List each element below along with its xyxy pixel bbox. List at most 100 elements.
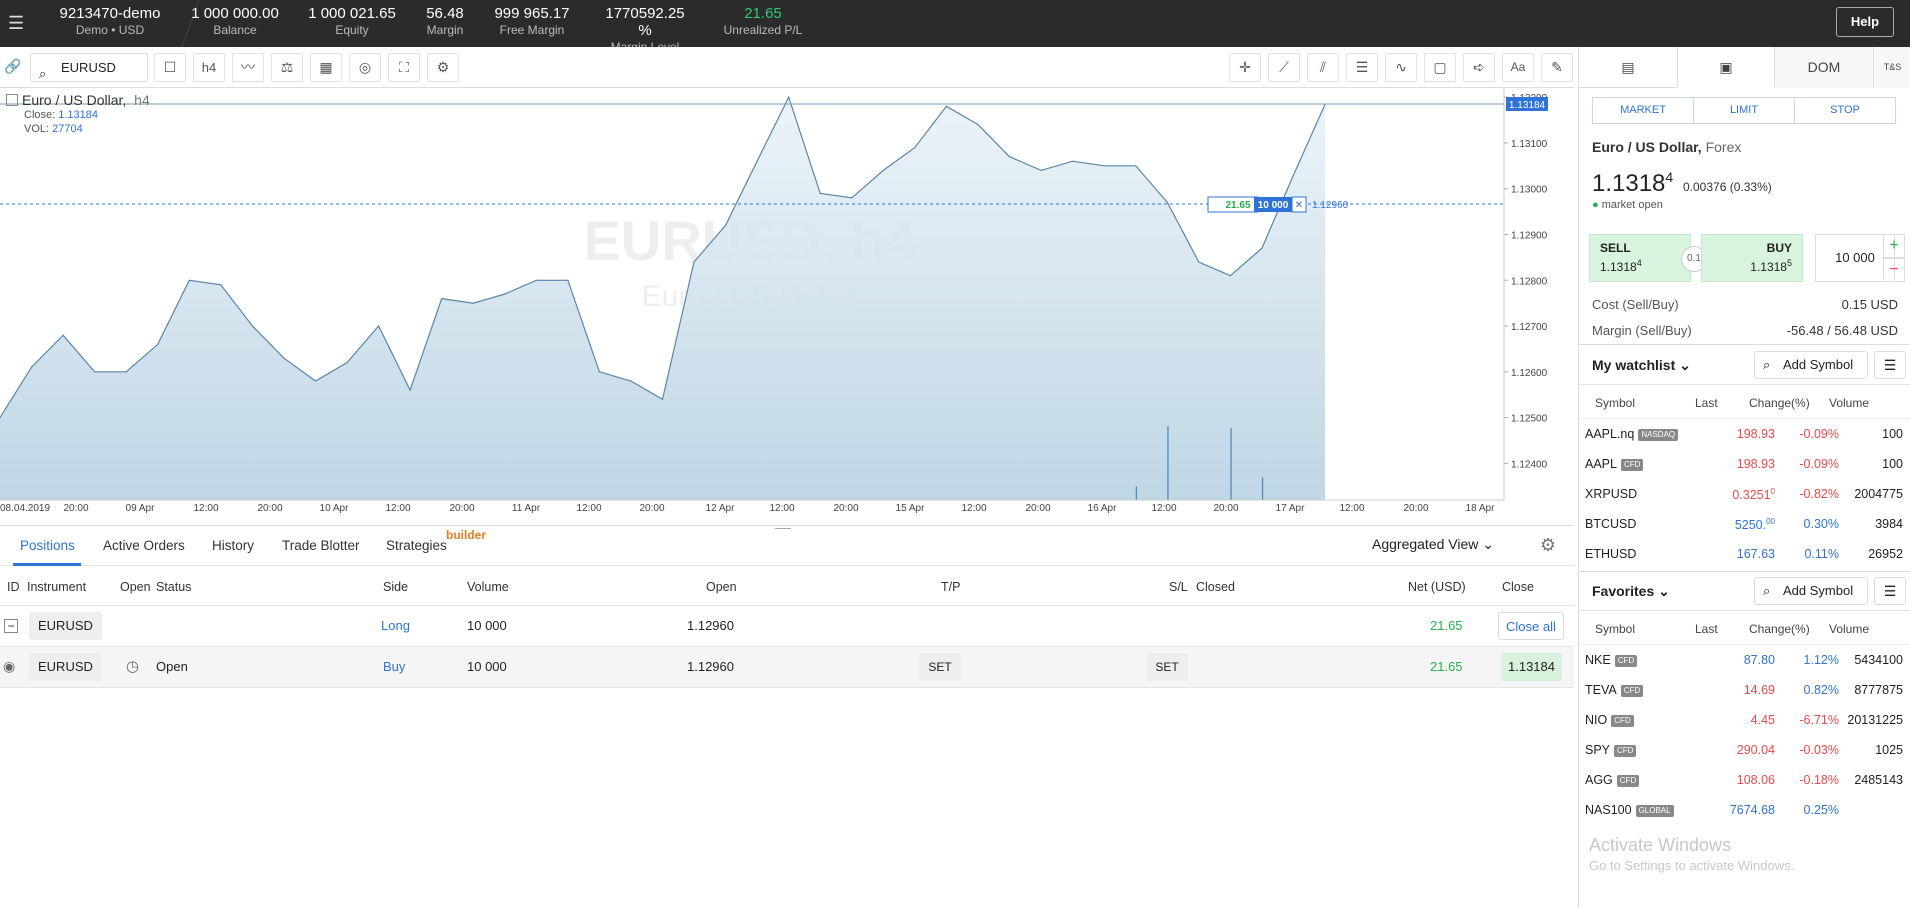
hamburger-icon[interactable]: ☰: [8, 13, 24, 34]
col-last[interactable]: Last: [1695, 622, 1718, 636]
plus-icon[interactable]: +: [1883, 234, 1905, 258]
tab-ts[interactable]: T&S: [1873, 47, 1910, 88]
tab-trade-blotter[interactable]: Trade Blotter: [282, 538, 360, 553]
indicator-icon[interactable]: 〰: [232, 53, 264, 82]
menu-icon[interactable]: ☰: [1874, 351, 1906, 379]
fibonacci-icon[interactable]: ☰: [1346, 53, 1378, 82]
studies-icon[interactable]: ▦: [310, 53, 342, 82]
close-position-button[interactable]: 1.13184: [1501, 653, 1562, 681]
col-sl[interactable]: S/L: [1169, 580, 1188, 594]
trendline-icon[interactable]: ⟋: [1268, 53, 1300, 82]
gear-icon[interactable]: ⚙: [1540, 535, 1556, 556]
col-open[interactable]: Open: [120, 580, 151, 594]
collapse-icon[interactable]: −: [4, 619, 18, 633]
link-icon[interactable]: 🔗: [0, 53, 26, 82]
col-instrument[interactable]: Instrument: [27, 580, 86, 594]
market-status: ● market open: [1592, 199, 1663, 211]
menu-icon[interactable]: ☰: [1874, 577, 1906, 605]
compare-icon[interactable]: ⚖: [271, 53, 303, 82]
col-close[interactable]: Close: [1502, 580, 1534, 594]
favorites-dropdown[interactable]: Favorites ⌄: [1592, 583, 1670, 600]
col-volume[interactable]: Volume: [1829, 622, 1869, 636]
add-symbol-button[interactable]: ⌕ Add Symbol: [1754, 351, 1868, 379]
collapse-legend-icon[interactable]: [6, 94, 18, 106]
timeframe-button[interactable]: h4: [193, 53, 225, 82]
instrument-chip[interactable]: EURUSD: [29, 612, 102, 640]
chart-canvas[interactable]: EURUSD, h4 Euro / US Dollar 1.132001.131…: [0, 88, 1574, 513]
symbol-search-input[interactable]: ⌕ EURUSD: [30, 53, 148, 82]
chart-type-icon[interactable]: ☐: [154, 53, 186, 82]
col-change[interactable]: Change(%): [1749, 622, 1810, 636]
list-item[interactable]: BTCUSD 5250.00 0.30% 3984: [1579, 509, 1910, 539]
col-symbol[interactable]: Symbol: [1595, 622, 1635, 636]
list-item[interactable]: XRPUSD 0.32510 -0.82% 2004775: [1579, 479, 1910, 509]
set-sl-button[interactable]: SET: [1146, 653, 1188, 681]
add-symbol-button[interactable]: ⌕ Add Symbol: [1754, 577, 1868, 605]
text-tool-icon[interactable]: Aa: [1502, 53, 1534, 82]
col-net[interactable]: Net (USD): [1408, 580, 1466, 594]
crosshair-icon[interactable]: ✛: [1229, 53, 1261, 82]
tab-active-orders[interactable]: Active Orders: [103, 538, 185, 553]
vol-value: 27704: [52, 123, 83, 135]
col-volume[interactable]: Volume: [467, 580, 509, 594]
settings-icon[interactable]: ⚙: [427, 53, 459, 82]
channel-icon[interactable]: ⫽: [1307, 53, 1339, 82]
watchlist-list[interactable]: AAPL.nq NASDAQ 198.93 -0.09% 100 AAPL CFD 198.9…: [1579, 419, 1910, 571]
brush-icon[interactable]: ✎: [1541, 53, 1573, 82]
sell-button[interactable]: SELL 1.13184: [1589, 234, 1691, 282]
rectangle-icon[interactable]: ▢: [1424, 53, 1456, 82]
aggregated-view-dropdown[interactable]: Aggregated View ⌄: [1372, 536, 1494, 553]
limit-order-button[interactable]: LIMIT: [1693, 97, 1795, 124]
tab-order-ticket[interactable]: ▤: [1579, 47, 1677, 88]
table-row[interactable]: − EURUSD Long 10 000 1.12960 21.65 Close…: [0, 606, 1574, 647]
col-closed[interactable]: Closed: [1196, 580, 1235, 594]
list-item[interactable]: ETHUSD 167.63 0.11% 26952: [1579, 539, 1910, 569]
list-item[interactable]: AAPL.nq NASDAQ 198.93 -0.09% 100: [1579, 419, 1910, 449]
market-order-button[interactable]: MARKET: [1592, 97, 1694, 124]
list-item[interactable]: NKE CFD 87.80 1.12% 5434100: [1579, 645, 1910, 675]
eye-icon[interactable]: ◉: [3, 658, 15, 675]
tab-strategies[interactable]: Strategies: [386, 538, 447, 553]
table-row[interactable]: ◉ EURUSD ◷ Open Buy 10 000 1.12960 SET S…: [0, 647, 1574, 688]
col-tp[interactable]: T/P: [941, 580, 960, 594]
col-change[interactable]: Change(%): [1749, 396, 1810, 410]
set-tp-button[interactable]: SET: [919, 653, 961, 681]
order-close-icon[interactable]: ✕: [1295, 200, 1303, 211]
close-label: Close:: [24, 109, 56, 121]
tab-history[interactable]: History: [212, 538, 254, 553]
instrument-chip[interactable]: EURUSD: [29, 653, 102, 681]
list-item[interactable]: SPY CFD 290.04 -0.03% 1025: [1579, 735, 1910, 765]
tab-dom[interactable]: DOM: [1775, 47, 1873, 88]
col-volume[interactable]: Volume: [1829, 396, 1869, 410]
account-info[interactable]: 9213470-demo Demo • USD: [55, 5, 165, 39]
x-tick-label: 12:00: [769, 503, 794, 513]
list-item[interactable]: NIO CFD 4.45 -6.71% 20131225: [1579, 705, 1910, 735]
list-item[interactable]: NAS100 GLOBAL 7674.68 0.25%: [1579, 795, 1910, 825]
col-symbol[interactable]: Symbol: [1595, 396, 1635, 410]
close-all-button[interactable]: Close all: [1498, 612, 1564, 640]
help-button[interactable]: Help: [1836, 7, 1894, 37]
favorites-list[interactable]: NKE CFD 87.80 1.12% 5434100 TEVA CFD 14.69 0.82%…: [1579, 645, 1910, 841]
tab-positions[interactable]: Positions: [20, 538, 75, 553]
col-status[interactable]: Status: [156, 580, 191, 594]
tab-trade-ticket[interactable]: ▣: [1677, 47, 1775, 88]
fullscreen-icon[interactable]: ⛶: [388, 53, 420, 82]
col-last[interactable]: Last: [1695, 396, 1718, 410]
arrow-icon[interactable]: ➪: [1463, 53, 1495, 82]
minus-icon[interactable]: −: [1883, 258, 1905, 282]
status-value: Open: [156, 659, 188, 674]
order-marker[interactable]: 21.65 10 000 ✕ 1.12960: [1207, 196, 1349, 213]
col-side[interactable]: Side: [383, 580, 408, 594]
col-id[interactable]: ID: [7, 580, 20, 594]
list-item[interactable]: AGG CFD 108.06 -0.18% 2485143: [1579, 765, 1910, 795]
stop-order-button[interactable]: STOP: [1794, 97, 1896, 124]
list-item[interactable]: TEVA CFD 14.69 0.82% 8777875: [1579, 675, 1910, 705]
buy-button[interactable]: BUY 1.13185: [1701, 234, 1803, 282]
price-chart[interactable]: EURUSD, h4 Euro / US Dollar 1.132001.131…: [0, 88, 1574, 513]
wave-icon[interactable]: ∿: [1385, 53, 1417, 82]
shapes-icon[interactable]: ◎: [349, 53, 381, 82]
col-open-price[interactable]: Open: [706, 580, 737, 594]
last-price: 198.93: [1737, 457, 1775, 471]
list-item[interactable]: AAPL CFD 198.93 -0.09% 100: [1579, 449, 1910, 479]
watchlist-dropdown[interactable]: My watchlist ⌄: [1592, 357, 1691, 374]
